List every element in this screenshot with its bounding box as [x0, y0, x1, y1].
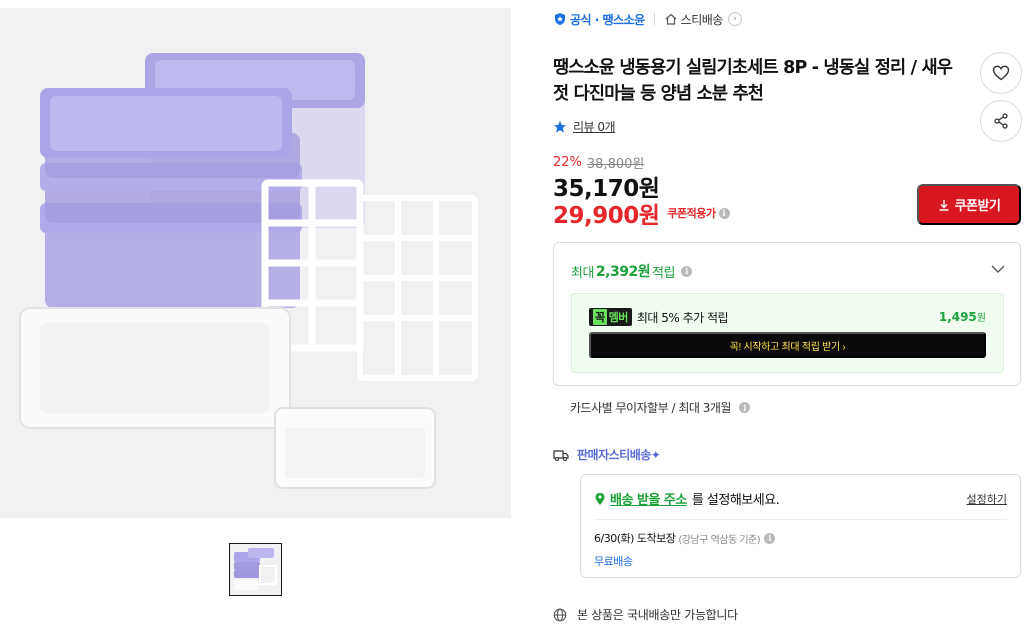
sty-delivery-link[interactable]: 스티배송 › — [664, 11, 742, 28]
globe-icon — [553, 608, 567, 621]
member-amount-unit: 원 — [976, 313, 986, 324]
member-signup-button[interactable]: 꼭! 시작하고 최대 적립 받기 › — [589, 332, 986, 358]
arrival-guarantee: 6/30(화) 도착보장 (강남구 역삼동 기준) i — [594, 530, 776, 546]
points-suffix: 적립 — [652, 265, 676, 281]
points-amount: 2,392원 — [595, 264, 651, 280]
domestic-notice-text: 본 상품은 국내배송만 가능합니다 — [577, 608, 738, 622]
star-icon — [554, 120, 566, 132]
thumbnail-photo — [234, 548, 277, 590]
set-address-link[interactable]: 설정하기 — [967, 491, 1007, 507]
member-bonus-text: 최대 5% 추가 적립 — [636, 310, 729, 325]
member-benefit-box: 꼭 멤버 최대 5% 추가 적립 1,495원 꼭! 시작하고 최대 적립 받기… — [571, 293, 1004, 373]
info-icon[interactable]: i — [681, 265, 693, 277]
share-icon — [994, 113, 1008, 129]
points-box: 최대 2,392원 적립 i 꼭 멤버 최대 5% 추가 적립 1,495원 꼭… — [553, 242, 1021, 386]
address-prompt: 배송 받을 주소 를 설정해보세요. — [594, 489, 780, 508]
download-icon — [939, 199, 949, 211]
kkok-member-badge: 꼭 멤버 — [589, 308, 632, 326]
address-box: 배송 받을 주소 를 설정해보세요. 설정하기 6/30(화) 도착보장 (강남… — [580, 474, 1021, 578]
product-photo — [19, 53, 478, 489]
points-prefix: 최대 — [571, 265, 594, 281]
coupon-price-row: 29,900원 쿠폰적용가 i — [553, 196, 730, 230]
official-store-label: 공식 · 땡스소윤 — [570, 12, 645, 27]
discount-rate: 22% — [553, 155, 582, 170]
chevron-down-icon[interactable] — [990, 261, 1006, 277]
review-link[interactable]: 리뷰 0개 — [553, 118, 616, 135]
heart-icon — [992, 65, 1010, 81]
review-count: 리뷰 0개 — [573, 120, 616, 134]
share-button[interactable] — [980, 100, 1022, 142]
address-link[interactable]: 배송 받을 주소 — [610, 489, 687, 508]
free-shipping-label: 무료배송 — [594, 555, 633, 568]
home-icon — [665, 13, 677, 25]
seller-delivery-label: 판매자스티배송✦ — [553, 446, 661, 463]
max-points[interactable]: 최대 2,392원 적립 i — [571, 261, 693, 281]
coupon-button-label: 쿠폰받기 — [954, 198, 1001, 213]
info-icon[interactable]: i — [764, 532, 776, 544]
divider — [594, 519, 1007, 520]
wishlist-button[interactable] — [980, 52, 1022, 94]
arrival-note: (강남구 역삼동 기준) — [678, 534, 761, 546]
installment-info: 카드사별 무이자할부 / 최대 3개월 i — [570, 399, 750, 416]
product-info-panel: 공식 · 땡스소윤 스티배송 › 땡스소윤 냉동용기 실림기초세트 8P - 냉… — [553, 0, 1023, 637]
info-icon[interactable]: i — [718, 207, 730, 219]
divider — [653, 13, 655, 25]
kkok-badge-a: 꼭 — [593, 309, 607, 325]
member-bonus-amount: 1,495원 — [939, 309, 986, 324]
store-row: 공식 · 땡스소윤 스티배송 › — [553, 9, 742, 29]
thumbnail-1[interactable] — [229, 543, 282, 596]
pin-icon — [595, 492, 605, 505]
member-amount-value: 1,495 — [938, 310, 977, 324]
coupon-download-button[interactable]: 쿠폰받기 — [917, 184, 1021, 225]
installment-text: 카드사별 무이자할부 / 최대 3개월 — [570, 401, 731, 415]
domestic-shipping-notice: 본 상품은 국내배송만 가능합니다 — [553, 606, 738, 623]
info-icon[interactable]: i — [738, 402, 750, 413]
sty-delivery-label: 스티배송 — [680, 12, 724, 27]
coupon-price-label: 쿠폰적용가 — [667, 207, 716, 220]
official-store-link[interactable]: 공식 · 땡스소윤 — [553, 11, 645, 28]
kkok-badge-b: 멤버 — [608, 311, 629, 324]
truck-icon — [553, 449, 569, 461]
member-line: 꼭 멤버 최대 5% 추가 적립 — [589, 308, 729, 326]
coupon-price: 29,900원 — [553, 203, 660, 229]
official-badge-icon — [555, 13, 565, 25]
product-title: 땡스소윤 냉동용기 실림기초세트 8P - 냉동실 정리 / 새우젓 다진마늘 … — [553, 58, 953, 104]
chevron-right-icon: › — [727, 12, 742, 26]
seller-delivery-text: 판매자스티배송✦ — [577, 448, 661, 462]
address-prompt-text: 를 설정해보세요. — [691, 493, 780, 508]
arrival-date: 6/30(화) 도착보장 — [594, 532, 676, 545]
main-product-image[interactable] — [0, 8, 511, 518]
